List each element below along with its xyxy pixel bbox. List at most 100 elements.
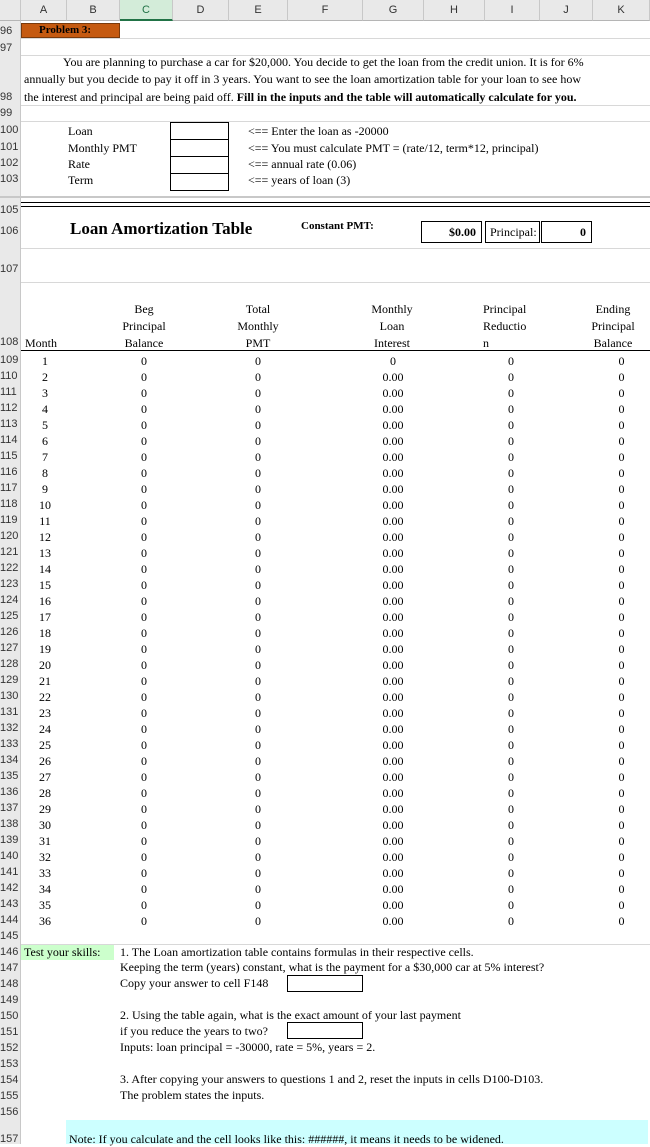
beg-principal-cell[interactable]: 0 [114, 722, 174, 737]
ending-balance-cell[interactable]: 0 [593, 690, 650, 705]
row-number[interactable]: 120 [0, 530, 21, 542]
monthly-interest-cell[interactable]: 0.00 [363, 866, 423, 881]
total-pmt-cell[interactable]: 0 [228, 466, 288, 481]
column-header-k[interactable]: K [593, 0, 650, 21]
ending-balance-cell[interactable]: 0 [593, 562, 650, 577]
monthly-interest-cell[interactable]: 0.00 [363, 546, 423, 561]
beg-principal-cell[interactable]: 0 [114, 882, 174, 897]
beg-principal-cell[interactable]: 0 [114, 834, 174, 849]
total-pmt-cell[interactable]: 0 [228, 642, 288, 657]
total-pmt-cell[interactable]: 0 [228, 658, 288, 673]
row-number[interactable]: 117 [0, 482, 21, 494]
month-cell[interactable]: 23 [30, 706, 60, 721]
month-cell[interactable]: 17 [30, 610, 60, 625]
problem-label-cell[interactable]: Problem 3: [21, 23, 120, 38]
row-number[interactable]: 148 [0, 978, 21, 990]
month-cell[interactable]: 1 [30, 354, 60, 369]
row-number[interactable]: 140 [0, 850, 21, 862]
principal-reduction-cell[interactable]: 0 [481, 770, 541, 785]
monthly-interest-cell[interactable]: 0.00 [363, 818, 423, 833]
principal-value[interactable]: 0 [541, 221, 592, 243]
principal-reduction-cell[interactable]: 0 [481, 882, 541, 897]
ending-balance-cell[interactable]: 0 [593, 658, 650, 673]
row-number[interactable]: 101 [0, 141, 21, 153]
ending-balance-cell[interactable]: 0 [593, 722, 650, 737]
total-pmt-cell[interactable]: 0 [228, 754, 288, 769]
principal-reduction-cell[interactable]: 0 [481, 866, 541, 881]
row-number[interactable]: 132 [0, 722, 21, 734]
beg-principal-cell[interactable]: 0 [114, 370, 174, 385]
row-number[interactable]: 139 [0, 834, 21, 846]
month-cell[interactable]: 15 [30, 578, 60, 593]
q2-answer-cell[interactable] [287, 1022, 363, 1039]
principal-reduction-cell[interactable]: 0 [481, 626, 541, 641]
row-number[interactable]: 134 [0, 754, 21, 766]
column-header-d[interactable]: D [173, 0, 229, 21]
beg-principal-cell[interactable]: 0 [114, 594, 174, 609]
row-number[interactable]: 106 [0, 225, 21, 237]
row-number[interactable]: 151 [0, 1026, 21, 1038]
row-number[interactable]: 146 [0, 946, 21, 958]
monthly-interest-cell[interactable]: 0.00 [363, 562, 423, 577]
principal-reduction-cell[interactable]: 0 [481, 578, 541, 593]
column-header-f[interactable]: F [288, 0, 363, 21]
total-pmt-cell[interactable]: 0 [228, 610, 288, 625]
ending-balance-cell[interactable]: 0 [593, 594, 650, 609]
row-number[interactable]: 143 [0, 898, 21, 910]
beg-principal-cell[interactable]: 0 [114, 466, 174, 481]
row-number[interactable]: 130 [0, 690, 21, 702]
principal-reduction-cell[interactable]: 0 [481, 514, 541, 529]
month-cell[interactable]: 29 [30, 802, 60, 817]
beg-principal-cell[interactable]: 0 [114, 402, 174, 417]
row-number[interactable]: 127 [0, 642, 21, 654]
total-pmt-cell[interactable]: 0 [228, 626, 288, 641]
beg-principal-cell[interactable]: 0 [114, 578, 174, 593]
row-number[interactable]: 105 [0, 204, 21, 216]
row-number[interactable]: 122 [0, 562, 21, 574]
total-pmt-cell[interactable]: 0 [228, 386, 288, 401]
month-cell[interactable]: 22 [30, 690, 60, 705]
month-cell[interactable]: 19 [30, 642, 60, 657]
row-number[interactable]: 152 [0, 1042, 21, 1054]
row-number[interactable]: 96 [0, 25, 21, 37]
ending-balance-cell[interactable]: 0 [593, 642, 650, 657]
month-cell[interactable]: 16 [30, 594, 60, 609]
month-cell[interactable]: 26 [30, 754, 60, 769]
monthly-interest-cell[interactable]: 0.00 [363, 434, 423, 449]
principal-reduction-cell[interactable]: 0 [481, 418, 541, 433]
beg-principal-cell[interactable]: 0 [114, 658, 174, 673]
ending-balance-cell[interactable]: 0 [593, 402, 650, 417]
ending-balance-cell[interactable]: 0 [593, 466, 650, 481]
principal-reduction-cell[interactable]: 0 [481, 434, 541, 449]
row-number[interactable]: 131 [0, 706, 21, 718]
beg-principal-cell[interactable]: 0 [114, 354, 174, 369]
beg-principal-cell[interactable]: 0 [114, 546, 174, 561]
beg-principal-cell[interactable]: 0 [114, 498, 174, 513]
row-number[interactable]: 136 [0, 786, 21, 798]
monthly-interest-cell[interactable]: 0.00 [363, 626, 423, 641]
monthly-interest-cell[interactable]: 0.00 [363, 786, 423, 801]
beg-principal-cell[interactable]: 0 [114, 450, 174, 465]
monthly-interest-cell[interactable]: 0.00 [363, 578, 423, 593]
beg-principal-cell[interactable]: 0 [114, 818, 174, 833]
total-pmt-cell[interactable]: 0 [228, 866, 288, 881]
row-number[interactable]: 137 [0, 802, 21, 814]
total-pmt-cell[interactable]: 0 [228, 802, 288, 817]
monthly-interest-cell[interactable]: 0.00 [363, 594, 423, 609]
principal-reduction-cell[interactable]: 0 [481, 722, 541, 737]
row-number[interactable]: 124 [0, 594, 21, 606]
month-cell[interactable]: 8 [30, 466, 60, 481]
ending-balance-cell[interactable]: 0 [593, 530, 650, 545]
total-pmt-cell[interactable]: 0 [228, 674, 288, 689]
monthly-interest-cell[interactable]: 0.00 [363, 450, 423, 465]
column-header-h[interactable]: H [424, 0, 485, 21]
row-number[interactable]: 113 [0, 418, 21, 430]
ending-balance-cell[interactable]: 0 [593, 738, 650, 753]
beg-principal-cell[interactable]: 0 [114, 914, 174, 929]
principal-reduction-cell[interactable]: 0 [481, 706, 541, 721]
ending-balance-cell[interactable]: 0 [593, 626, 650, 641]
beg-principal-cell[interactable]: 0 [114, 562, 174, 577]
ending-balance-cell[interactable]: 0 [593, 498, 650, 513]
row-number[interactable]: 109 [0, 354, 21, 366]
total-pmt-cell[interactable]: 0 [228, 706, 288, 721]
